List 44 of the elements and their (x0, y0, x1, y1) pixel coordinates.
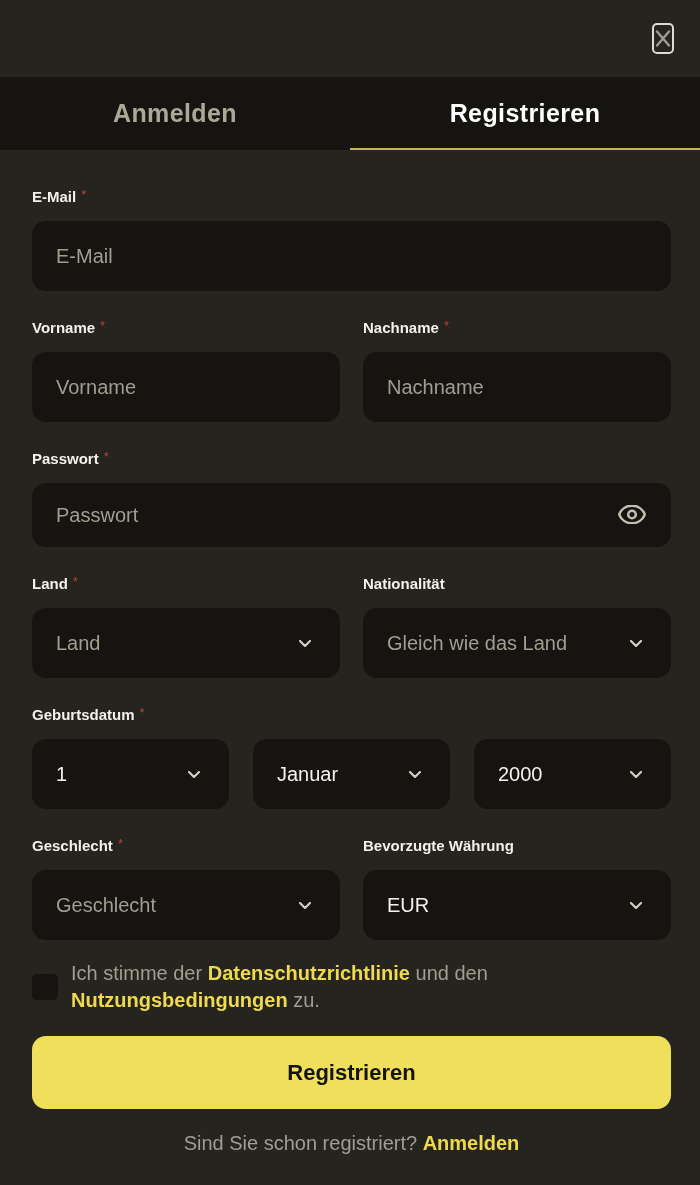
required-asterisk: * (443, 319, 449, 333)
tab[interactable]: Registrieren (350, 77, 700, 150)
required-asterisk: * (103, 450, 109, 464)
consent-text: Ich stimme der Datenschutzrichtlinie und den Nutzungsbedingungen zu. (71, 961, 489, 1013)
chevron-down-icon (630, 639, 642, 647)
field-label: Passwort (32, 450, 99, 468)
field-label: Nachname (363, 319, 439, 337)
consent-link[interactable]: Nutzungsbedingungen (71, 989, 288, 1011)
eye-icon[interactable] (618, 505, 646, 524)
login-link[interactable]: Anmelden (422, 1132, 520, 1154)
input-field[interactable]: E-Mail (32, 221, 671, 291)
chevron-down-icon (188, 770, 200, 778)
tab[interactable]: Anmelden (0, 77, 350, 150)
password-field[interactable]: Passwort (32, 483, 671, 547)
required-asterisk: * (117, 837, 123, 851)
chevron-down-icon (409, 770, 421, 778)
field-label: E-Mail (32, 188, 77, 206)
dropdown-field[interactable]: Geschlecht (32, 870, 340, 940)
dropdown-field[interactable]: 1 (32, 739, 229, 809)
input-field[interactable]: Vorname (32, 352, 340, 422)
field-label: Land (32, 575, 68, 593)
required-asterisk: * (139, 706, 145, 720)
close-icon[interactable] (652, 23, 674, 54)
required-asterisk: * (72, 575, 78, 589)
login-prompt: Sind Sie schon registriert? Anmelden (182, 1131, 521, 1156)
field-label: Geburtsdatum (32, 706, 135, 724)
dropdown-field[interactable]: Gleich wie das Land (363, 608, 671, 678)
dropdown-field[interactable]: Land (32, 608, 340, 678)
field-label: Vorname (32, 319, 96, 337)
input-field[interactable]: Nachname (363, 352, 671, 422)
chevron-down-icon (299, 639, 311, 647)
dropdown-field[interactable]: EUR (363, 870, 671, 940)
required-asterisk: * (81, 188, 87, 202)
dropdown-field[interactable]: 2000 (474, 739, 671, 809)
dropdown-field[interactable]: Januar (253, 739, 450, 809)
field-label: Nationalität (363, 575, 445, 593)
field-label: Geschlecht (32, 837, 113, 855)
chevron-down-icon (630, 770, 642, 778)
register-button[interactable]: Registrieren (32, 1036, 671, 1109)
required-asterisk: * (100, 319, 106, 333)
consent-link[interactable]: Datenschutzrichtlinie (207, 962, 410, 984)
chevron-down-icon (630, 901, 642, 909)
field-label: Bevorzugte Währung (363, 837, 514, 855)
chevron-down-icon (299, 901, 311, 909)
